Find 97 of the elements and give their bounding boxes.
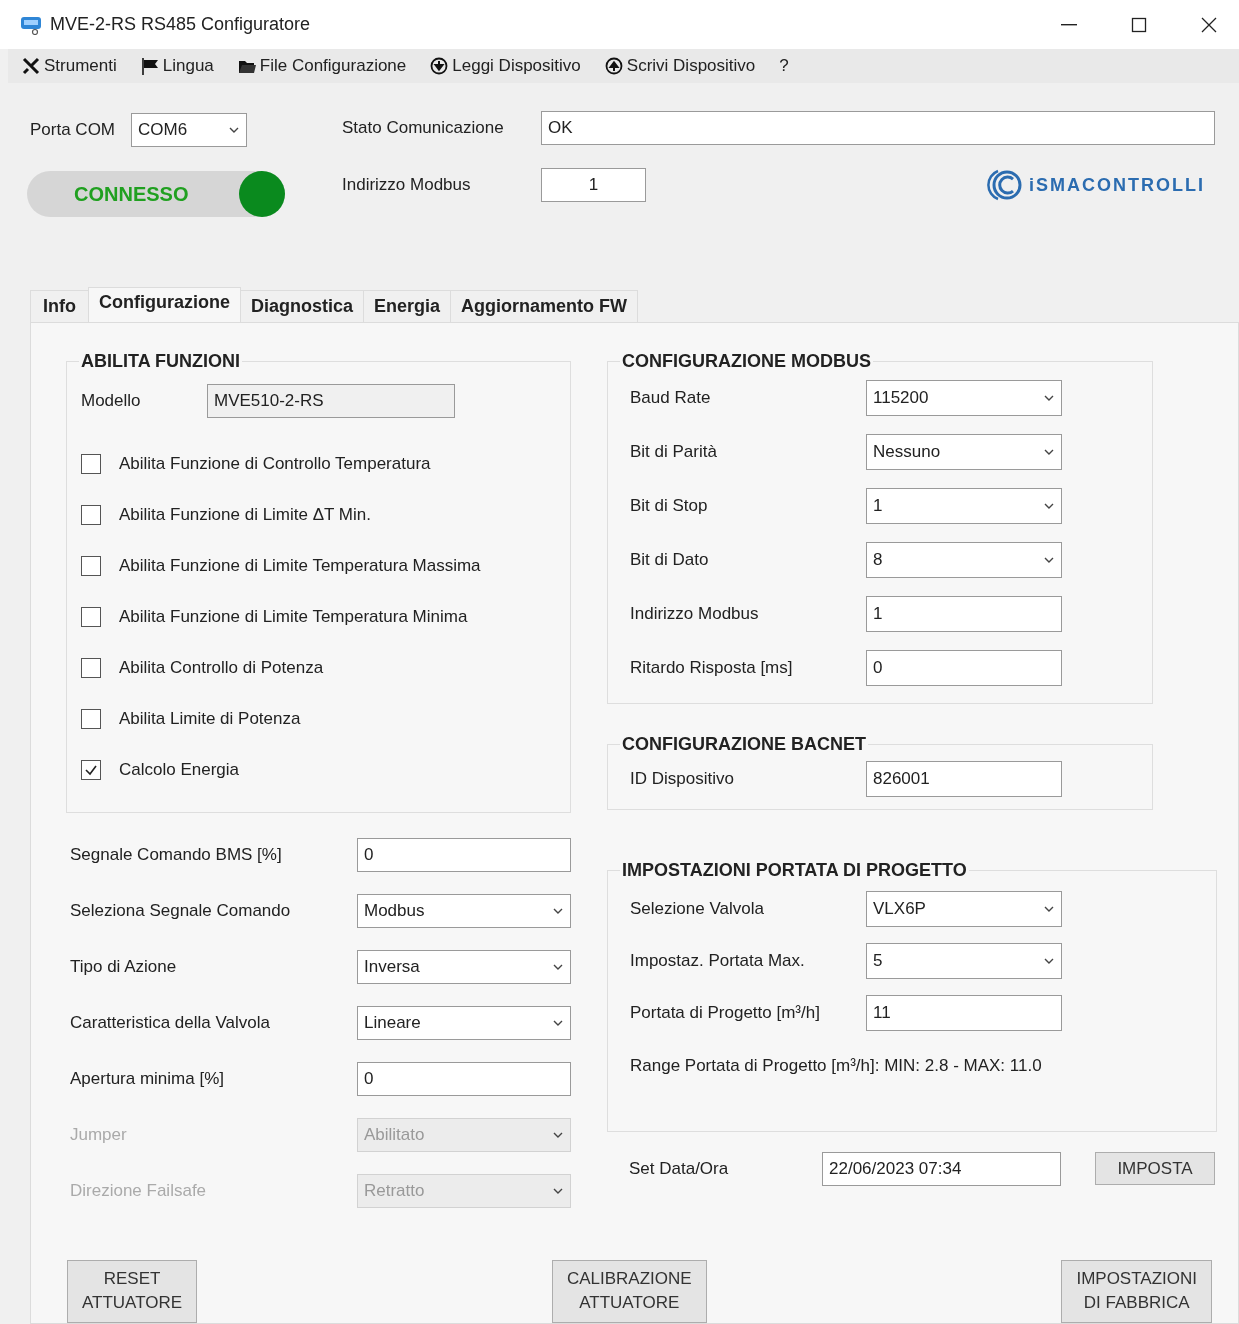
check-icon — [84, 763, 98, 777]
action-button[interactable]: RESET ATTUATORE — [67, 1260, 198, 1323]
caret-icon — [552, 906, 564, 916]
field-label: Jumper — [70, 1125, 128, 1145]
dropdown[interactable]: 8 — [866, 542, 1062, 578]
field-label: Segnale Comando BMS [%] — [70, 845, 283, 865]
menu-item[interactable]: Lingua — [140, 56, 214, 77]
flag-icon — [140, 57, 159, 76]
field-label: Tipo di Azione — [70, 957, 178, 977]
input-field[interactable]: 11 — [866, 995, 1062, 1031]
download-icon — [430, 57, 449, 76]
checkbox[interactable] — [81, 760, 101, 780]
input-field[interactable]: 0 — [357, 838, 571, 872]
field-label: Indirizzo Modbus — [630, 604, 760, 624]
checkbox[interactable] — [81, 556, 101, 576]
field-label: Bit di Dato — [630, 550, 710, 570]
logo-text: iSMACONTROLLI — [1029, 174, 1205, 196]
field-label: Ritardo Risposta [ms] — [630, 658, 794, 678]
range-note: Range Portata di Progetto [m³/h]: MIN: 2.8 - MAX: 11.0 — [629, 1056, 1043, 1076]
checkbox[interactable] — [81, 658, 101, 678]
field-label: Set Data/Ora — [629, 1159, 730, 1179]
caret-icon — [1043, 447, 1055, 457]
action-button[interactable]: IMPOSTAZIONI DI FABBRICA — [1061, 1260, 1212, 1323]
input-field[interactable]: 22/06/2023 07:34 — [822, 1152, 1061, 1186]
field-label: Modello — [81, 391, 142, 411]
field-label: Caratteristica della Valvola — [70, 1013, 271, 1033]
field-label: Stato Comunicazione — [342, 118, 505, 139]
field-label: Porta COM — [30, 120, 116, 141]
dropdown[interactable]: 5 — [866, 943, 1062, 979]
checkbox-label: Abilita Funzione di Limite Temperatura Massima — [119, 556, 481, 576]
field-label: Portata di Progetto [m³/h] — [630, 1003, 821, 1023]
field-label: Apertura minima [%] — [70, 1069, 225, 1089]
dropdown[interactable]: 1 — [866, 488, 1062, 524]
menu-item[interactable]: ? — [779, 56, 789, 77]
dropdown[interactable]: VLX6P — [866, 891, 1062, 927]
tab[interactable]: Aggiornamento FW — [450, 290, 639, 322]
dropdown[interactable]: COM6 — [131, 113, 248, 148]
checkbox-label: Abilita Funzione di Limite ΔT Min. — [119, 505, 371, 525]
menu-item[interactable]: Strumenti — [22, 56, 117, 77]
group-title: ABILITA FUNZIONI — [80, 351, 241, 372]
input-field[interactable]: 0 — [866, 650, 1062, 686]
checkbox[interactable] — [81, 607, 101, 627]
caret-icon — [1043, 393, 1055, 403]
dropdown[interactable]: Lineare — [357, 1006, 571, 1040]
checkbox[interactable] — [81, 709, 101, 729]
checkbox[interactable] — [81, 454, 101, 474]
tab[interactable]: Configurazione — [88, 287, 241, 322]
app-icon — [20, 14, 42, 35]
caret-icon — [1043, 501, 1055, 511]
maximize-icon — [1131, 16, 1147, 33]
checkbox-label: Abilita Controllo di Potenza — [119, 658, 324, 678]
input-field[interactable]: 1 — [866, 596, 1062, 632]
group-title: CONFIGURAZIONE BACNET — [621, 734, 867, 755]
checkbox-label: Calcolo Energia — [119, 760, 239, 780]
group-title: CONFIGURAZIONE MODBUS — [621, 351, 872, 372]
field-label: Bit di Parità — [630, 442, 718, 462]
dropdown[interactable]: 115200 — [866, 380, 1062, 416]
window-title: MVE-2-RS RS485 Configuratore — [50, 14, 311, 36]
field-label: Selezione Valvola — [630, 899, 765, 919]
checkbox[interactable] — [81, 505, 101, 525]
checkbox-label: Abilita Funzione di Limite Temperatura Minima — [119, 607, 468, 627]
minimize-icon — [1061, 23, 1077, 26]
field-label: Seleziona Segnale Comando — [70, 901, 292, 921]
caret-icon — [1043, 904, 1055, 914]
read-only-field: MVE510-2-RS — [207, 384, 455, 418]
dropdown[interactable]: Nessuno — [866, 434, 1062, 470]
action-button[interactable]: CALIBRAZIONE ATTUATORE — [551, 1260, 707, 1323]
group-title: IMPOSTAZIONI PORTATA DI PROGETTO — [621, 860, 968, 881]
tools-icon — [22, 57, 40, 76]
caret-icon — [552, 1130, 564, 1140]
input-field[interactable]: OK — [541, 111, 1215, 146]
menu-item[interactable]: File Configurazione — [237, 56, 407, 77]
upload-icon — [604, 57, 623, 76]
caret-icon — [1043, 956, 1055, 966]
field-label: Impostaz. Portata Max. — [630, 951, 806, 971]
dropdown[interactable]: Modbus — [357, 894, 571, 928]
dropdown[interactable]: Inversa — [357, 950, 571, 984]
field-label: Baud Rate — [630, 388, 712, 408]
checkbox-label: Abilita Limite di Potenza — [119, 709, 301, 729]
menu-item[interactable]: Leggi Dispositivo — [430, 56, 581, 77]
input-field[interactable]: 0 — [357, 1062, 571, 1096]
field-label: Indirizzo Modbus — [342, 175, 472, 196]
field-label: Direzione Failsafe — [70, 1181, 208, 1201]
caret-icon — [552, 1018, 564, 1028]
checkbox-label: Abilita Funzione di Controllo Temperatura — [119, 454, 431, 474]
set-button[interactable]: IMPOSTA — [1095, 1152, 1215, 1186]
close-icon — [1201, 16, 1217, 33]
caret-icon — [552, 962, 564, 972]
field-label: ID Dispositivo — [630, 769, 735, 789]
input-field[interactable]: 826001 — [866, 761, 1062, 797]
input-field[interactable]: 1 — [541, 168, 646, 203]
menu-item[interactable]: Scrivi Dispositivo — [604, 56, 756, 77]
caret-icon — [552, 1186, 564, 1196]
tab[interactable]: Info — [30, 290, 89, 322]
field-label: Bit di Stop — [630, 496, 709, 516]
caret-icon — [1043, 555, 1055, 565]
connection-indicator: CONNESSO — [27, 171, 285, 218]
